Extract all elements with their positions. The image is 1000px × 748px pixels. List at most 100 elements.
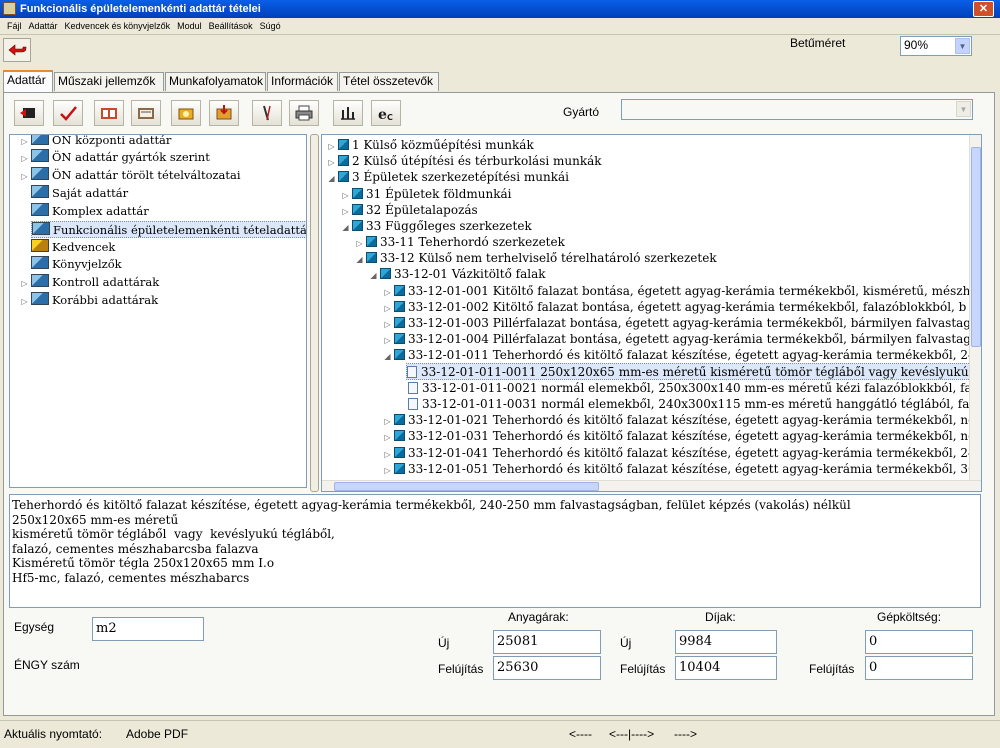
item-description[interactable]: Teherhordó és kitöltő falazat készítése,… (9, 494, 981, 608)
open-book-button[interactable] (94, 100, 124, 126)
tree-item[interactable]: ◢ 33-12-01 Vázkitöltő falak (369, 266, 545, 284)
printer-value: Adobe PDF (126, 727, 189, 741)
collapse-icon[interactable]: ◢ (341, 219, 350, 236)
book-icon (394, 317, 405, 328)
fee-renew-field[interactable]: 10404 (675, 656, 777, 680)
browser-button[interactable]: eC (371, 100, 401, 126)
tree-item[interactable]: ◢ 33-12-01-011 Teherhordó és kitöltő fala… (383, 347, 975, 365)
tree-item[interactable]: ◢ 3 Épületek szerkezetépítési munkái (327, 169, 569, 186)
scrollbar-thumb[interactable] (334, 482, 599, 491)
menu-settings[interactable]: Beállítások (209, 18, 253, 35)
close-button[interactable]: ✕ (973, 1, 994, 17)
tree-item[interactable]: ▷ Korábbi adattárak (20, 292, 158, 309)
svg-text:C: C (387, 113, 393, 121)
nav-next-button[interactable]: ----> (674, 727, 697, 741)
pen-button[interactable] (252, 100, 282, 126)
repository-tree[interactable]: ▷ ÖN központi adattár ▷ ÖN adattár gyártók… (9, 134, 307, 488)
material-renew-field[interactable]: 25630 (493, 656, 601, 680)
tree-item[interactable]: 33-12-01-011-0031 normál elemekből, 240x… (408, 396, 981, 413)
repository-icon (32, 222, 50, 235)
back-button[interactable] (3, 38, 31, 62)
menu-favorites[interactable]: Kedvencek és könyvjelzők (65, 18, 171, 35)
expand-icon[interactable]: ▷ (20, 293, 29, 310)
vertical-scrollbar[interactable] (969, 135, 981, 491)
menu-file[interactable]: Fájl (7, 18, 22, 35)
tree-item[interactable]: Komplex adattár (31, 203, 149, 220)
tree-item-selected[interactable]: 33-12-01-011-0011 250x120x65 mm-es méret… (406, 363, 981, 380)
expand-icon[interactable]: ▷ (20, 150, 29, 167)
menu-help[interactable]: Súgó (260, 18, 281, 35)
tree-item[interactable]: Könyvjelzők (31, 256, 122, 273)
book-icon (394, 430, 405, 441)
chevron-down-icon[interactable]: ▼ (955, 38, 970, 54)
machine-new-field[interactable]: 0 (865, 630, 973, 654)
tree-item[interactable]: ▷ 33-12-01-004 Pillérfalazat bontása, ége… (383, 331, 971, 348)
confirm-button[interactable] (53, 100, 83, 126)
expand-icon[interactable]: ▷ (20, 135, 29, 150)
chevron-down-icon[interactable]: ▼ (956, 101, 971, 117)
collapse-icon[interactable]: ◢ (369, 267, 378, 284)
document-icon (408, 382, 418, 394)
tab-informaciok[interactable]: Információk (267, 72, 338, 91)
fee-new-field[interactable]: 9984 (675, 630, 777, 654)
box-icon (178, 108, 194, 120)
horizontal-scrollbar[interactable] (322, 480, 981, 491)
tree-item[interactable]: Saját adattár (31, 185, 128, 202)
tree-item[interactable]: ▷ 33-12-01-051 Teherhordó és kitöltő fala… (383, 461, 975, 479)
tree-item[interactable]: ▷ 33-12-01-003 Pillérfalazat bontása, ége… (383, 315, 971, 332)
tree-item[interactable]: ▷ 33-12-01-002 Kitöltő falazat bontása, é… (383, 299, 966, 316)
book-icon (394, 414, 405, 425)
tree-item[interactable]: ▷ Kontroll adattárak (20, 274, 159, 291)
machine-renew-field[interactable]: 0 (865, 656, 973, 680)
manufacturer-select[interactable]: ▼ (621, 99, 973, 120)
tree-item[interactable]: ▷ 33-12-01-021 Teherhordó és kitöltő fala… (383, 412, 975, 429)
item-tree[interactable]: ▷ 1 Külső közműépítési munkák ▷ 2 Külső út… (321, 134, 982, 492)
scrollbar-thumb[interactable] (971, 147, 981, 347)
tab-muszaki-jellemzok[interactable]: Műszaki jellemzők (54, 72, 164, 91)
unit-field[interactable]: m2 (92, 617, 204, 641)
tree-item[interactable]: ▷ ÖN adattár gyártók szerint (20, 149, 210, 166)
collapse-icon[interactable]: ◢ (327, 170, 336, 187)
material-new-field[interactable]: 25081 (493, 630, 601, 654)
tab-tetel-osszetevok[interactable]: Tétel összetevők (339, 72, 439, 91)
import-button[interactable] (209, 100, 239, 126)
tree-item[interactable]: ▷ 31 Épületek földmunkái (341, 186, 511, 203)
print-button[interactable] (289, 100, 319, 126)
nav-prev-button[interactable]: <---- (569, 727, 592, 741)
collapse-icon[interactable]: ◢ (355, 251, 364, 268)
bookmark-icon (31, 256, 49, 269)
tree-item[interactable]: ▷ ÖN adattár törölt tételváltozatai (20, 167, 241, 184)
tree-item[interactable]: ▷ 32 Épületalapozás (341, 202, 477, 219)
tree-item[interactable]: ▷ 1 Külső közműépítési munkák (327, 137, 533, 154)
tree-item-selected[interactable]: Funkcionális épületelemenkénti tételadat… (31, 221, 306, 238)
repository-icon (31, 274, 49, 287)
expand-icon[interactable]: ▷ (383, 429, 392, 446)
tab-adattar[interactable]: Adattár (3, 70, 53, 92)
expand-icon[interactable]: ▷ (383, 462, 392, 479)
tree-item[interactable]: 33-12-01-011-0021 normál elemekből, 250x… (408, 380, 981, 397)
tree-item[interactable]: ▷ 33-11 Teherhordó szerkezetek (355, 234, 564, 251)
tree-item[interactable]: Kedvencek (31, 239, 115, 256)
box-button[interactable] (171, 100, 201, 126)
tree-item[interactable]: ◢ 33-12 Külső nem terhelviselő térelhatár… (355, 250, 716, 268)
book-icon (338, 155, 349, 166)
collapse-icon[interactable]: ◢ (383, 348, 392, 365)
tree-item[interactable]: ▷ 33-12-01-041 Teherhordó és kitöltő fala… (383, 445, 975, 462)
expand-icon[interactable]: ▷ (20, 168, 29, 185)
tree-item[interactable]: ▷ 2 Külső útépítési és térburkolási munká… (327, 153, 601, 170)
chart-button[interactable] (333, 100, 363, 126)
panel-splitter[interactable] (310, 134, 319, 492)
exit-button[interactable] (14, 100, 44, 126)
menu-repository[interactable]: Adattár (29, 18, 58, 35)
menu-module[interactable]: Modul (177, 18, 202, 35)
nav-mid-button[interactable]: <---|----> (609, 727, 654, 741)
tree-item[interactable]: ◢ 33 Függőleges szerkezetek (341, 218, 531, 236)
tree-item[interactable]: ▷ ÖN központi adattár (20, 135, 171, 150)
expand-icon[interactable]: ▷ (20, 275, 29, 292)
tab-munkafolyamatok[interactable]: Munkafolyamatok (165, 72, 266, 91)
tree-item[interactable]: ▷ 33-12-01-001 Kitöltő falazat bontása, é… (383, 283, 970, 300)
edit-book-button[interactable] (131, 100, 161, 126)
font-size-select[interactable]: 90% ▼ (900, 36, 972, 56)
menu-bar: Fájl Adattár Kedvencek és könyvjelzők Modul… (0, 18, 1000, 35)
tree-item[interactable]: ▷ 33-12-01-031 Teherhordó és kitöltő fala… (383, 428, 975, 445)
